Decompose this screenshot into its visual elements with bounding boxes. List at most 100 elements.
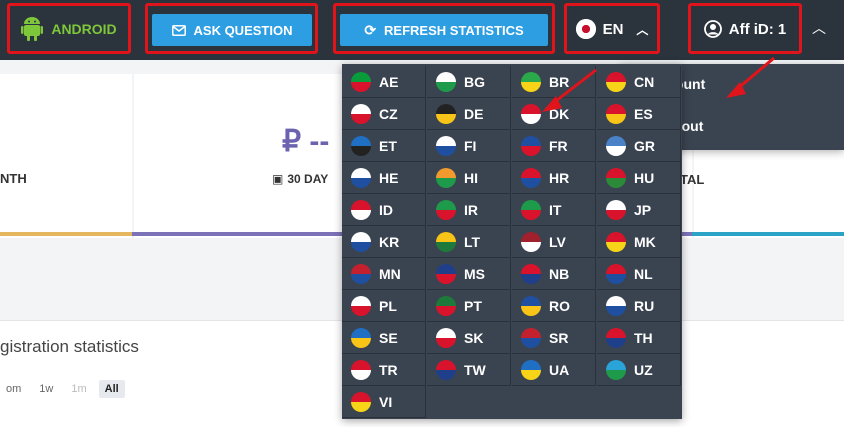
- language-code: HE: [379, 169, 399, 186]
- language-option-sk[interactable]: SK: [427, 322, 511, 354]
- language-option-ua[interactable]: UA: [512, 354, 596, 386]
- flag-icon: [351, 327, 371, 348]
- language-code: MS: [464, 265, 485, 282]
- language-option-fr[interactable]: FR: [512, 130, 596, 162]
- language-code: MN: [379, 265, 401, 282]
- flag-icon: [436, 135, 456, 156]
- language-option-uz[interactable]: UZ: [597, 354, 681, 386]
- language-code: UZ: [634, 361, 653, 378]
- language-option-es[interactable]: ES: [597, 98, 681, 130]
- flag-icon: [521, 295, 541, 316]
- language-option-kr[interactable]: KR: [342, 226, 426, 258]
- flag-icon: [521, 135, 541, 156]
- language-dropdown-menu: AE BG BR CN CZ DE DK ES ET FI FR GR HE HI HR HU ID IR IT JP…: [342, 64, 682, 419]
- language-option-fi[interactable]: FI: [427, 130, 511, 162]
- language-code: AE: [379, 73, 399, 90]
- flag-icon: [351, 263, 371, 284]
- language-code: TH: [634, 329, 653, 346]
- language-option-lt[interactable]: LT: [427, 226, 511, 258]
- language-code: CZ: [379, 105, 398, 122]
- flag-icon: [606, 359, 626, 380]
- language-code: DK: [549, 105, 570, 122]
- flag-icon: [351, 391, 371, 412]
- language-code: TW: [464, 361, 486, 378]
- flag-icon: [606, 71, 626, 92]
- language-option-tw[interactable]: TW: [427, 354, 511, 386]
- language-code: BG: [464, 73, 485, 90]
- language-option-tr[interactable]: TR: [342, 354, 426, 386]
- flag-icon: [606, 167, 626, 188]
- language-option-mn[interactable]: MN: [342, 258, 426, 290]
- flag-icon: [521, 103, 541, 124]
- language-option-br[interactable]: BR: [512, 66, 596, 98]
- language-option-et[interactable]: ET: [342, 130, 426, 162]
- language-code: SR: [549, 329, 569, 346]
- language-code: RU: [634, 297, 655, 314]
- language-option-bg[interactable]: BG: [427, 66, 511, 98]
- flag-icon: [606, 327, 626, 348]
- language-option-sr[interactable]: SR: [512, 322, 596, 354]
- language-option-he[interactable]: HE: [342, 162, 426, 194]
- flag-icon: [436, 199, 456, 220]
- language-option-ro[interactable]: RO: [512, 290, 596, 322]
- language-code: LV: [549, 233, 566, 250]
- flag-icon: [351, 295, 371, 316]
- language-option-jp[interactable]: JP: [597, 194, 681, 226]
- flag-icon: [351, 103, 371, 124]
- flag-icon: [436, 103, 456, 124]
- filter-1w[interactable]: 1w: [33, 380, 59, 398]
- language-code: FR: [549, 137, 568, 154]
- language-option-de[interactable]: DE: [427, 98, 511, 130]
- language-option-cz[interactable]: CZ: [342, 98, 426, 130]
- days-label: ▣ 30 DAY: [272, 172, 328, 186]
- language-code: ET: [379, 137, 397, 154]
- language-code: HR: [549, 169, 570, 186]
- currency-value: ₽ --: [282, 125, 330, 158]
- language-option-gr[interactable]: GR: [597, 130, 681, 162]
- flag-icon: [606, 199, 626, 220]
- language-option-pl[interactable]: PL: [342, 290, 426, 322]
- language-option-nl[interactable]: NL: [597, 258, 681, 290]
- flag-icon: [521, 199, 541, 220]
- language-option-cn[interactable]: CN: [597, 66, 681, 98]
- language-code: DE: [464, 105, 484, 122]
- language-option-it[interactable]: IT: [512, 194, 596, 226]
- language-code: UA: [549, 361, 570, 378]
- flag-icon: [436, 71, 456, 92]
- month-accent-bar: [0, 232, 132, 236]
- language-code: JP: [634, 201, 652, 218]
- flag-icon: [436, 327, 456, 348]
- language-option-hu[interactable]: HU: [597, 162, 681, 194]
- language-option-ir[interactable]: IR: [427, 194, 511, 226]
- language-option-dk[interactable]: DK: [512, 98, 596, 130]
- flag-icon: [351, 359, 371, 380]
- language-code: HI: [464, 169, 478, 186]
- filter-1m[interactable]: 1m: [65, 380, 92, 398]
- language-option-mk[interactable]: MK: [597, 226, 681, 258]
- language-option-se[interactable]: SE: [342, 322, 426, 354]
- flag-icon: [521, 327, 541, 348]
- highlight-refresh: [333, 3, 555, 54]
- flag-icon: [606, 135, 626, 156]
- language-option-hi[interactable]: HI: [427, 162, 511, 194]
- user-menu-chevron-icon[interactable]: ︿: [812, 18, 826, 38]
- month-label: NTH: [0, 171, 27, 186]
- language-option-ru[interactable]: RU: [597, 290, 681, 322]
- language-code: KR: [379, 233, 400, 250]
- language-code: LT: [464, 233, 481, 250]
- language-option-pt[interactable]: PT: [427, 290, 511, 322]
- language-option-nb[interactable]: NB: [512, 258, 596, 290]
- language-option-ae[interactable]: AE: [342, 66, 426, 98]
- language-code: VI: [379, 393, 393, 410]
- language-code: GR: [634, 137, 655, 154]
- filter-all[interactable]: All: [98, 380, 125, 398]
- language-option-lv[interactable]: LV: [512, 226, 596, 258]
- language-option-th[interactable]: TH: [597, 322, 681, 354]
- language-option-ms[interactable]: MS: [427, 258, 511, 290]
- flag-icon: [351, 167, 371, 188]
- language-option-id[interactable]: ID: [342, 194, 426, 226]
- highlight-android: [7, 3, 131, 54]
- language-option-vi[interactable]: VI: [342, 386, 426, 418]
- language-code: SK: [464, 329, 484, 346]
- language-option-hr[interactable]: HR: [512, 162, 596, 194]
